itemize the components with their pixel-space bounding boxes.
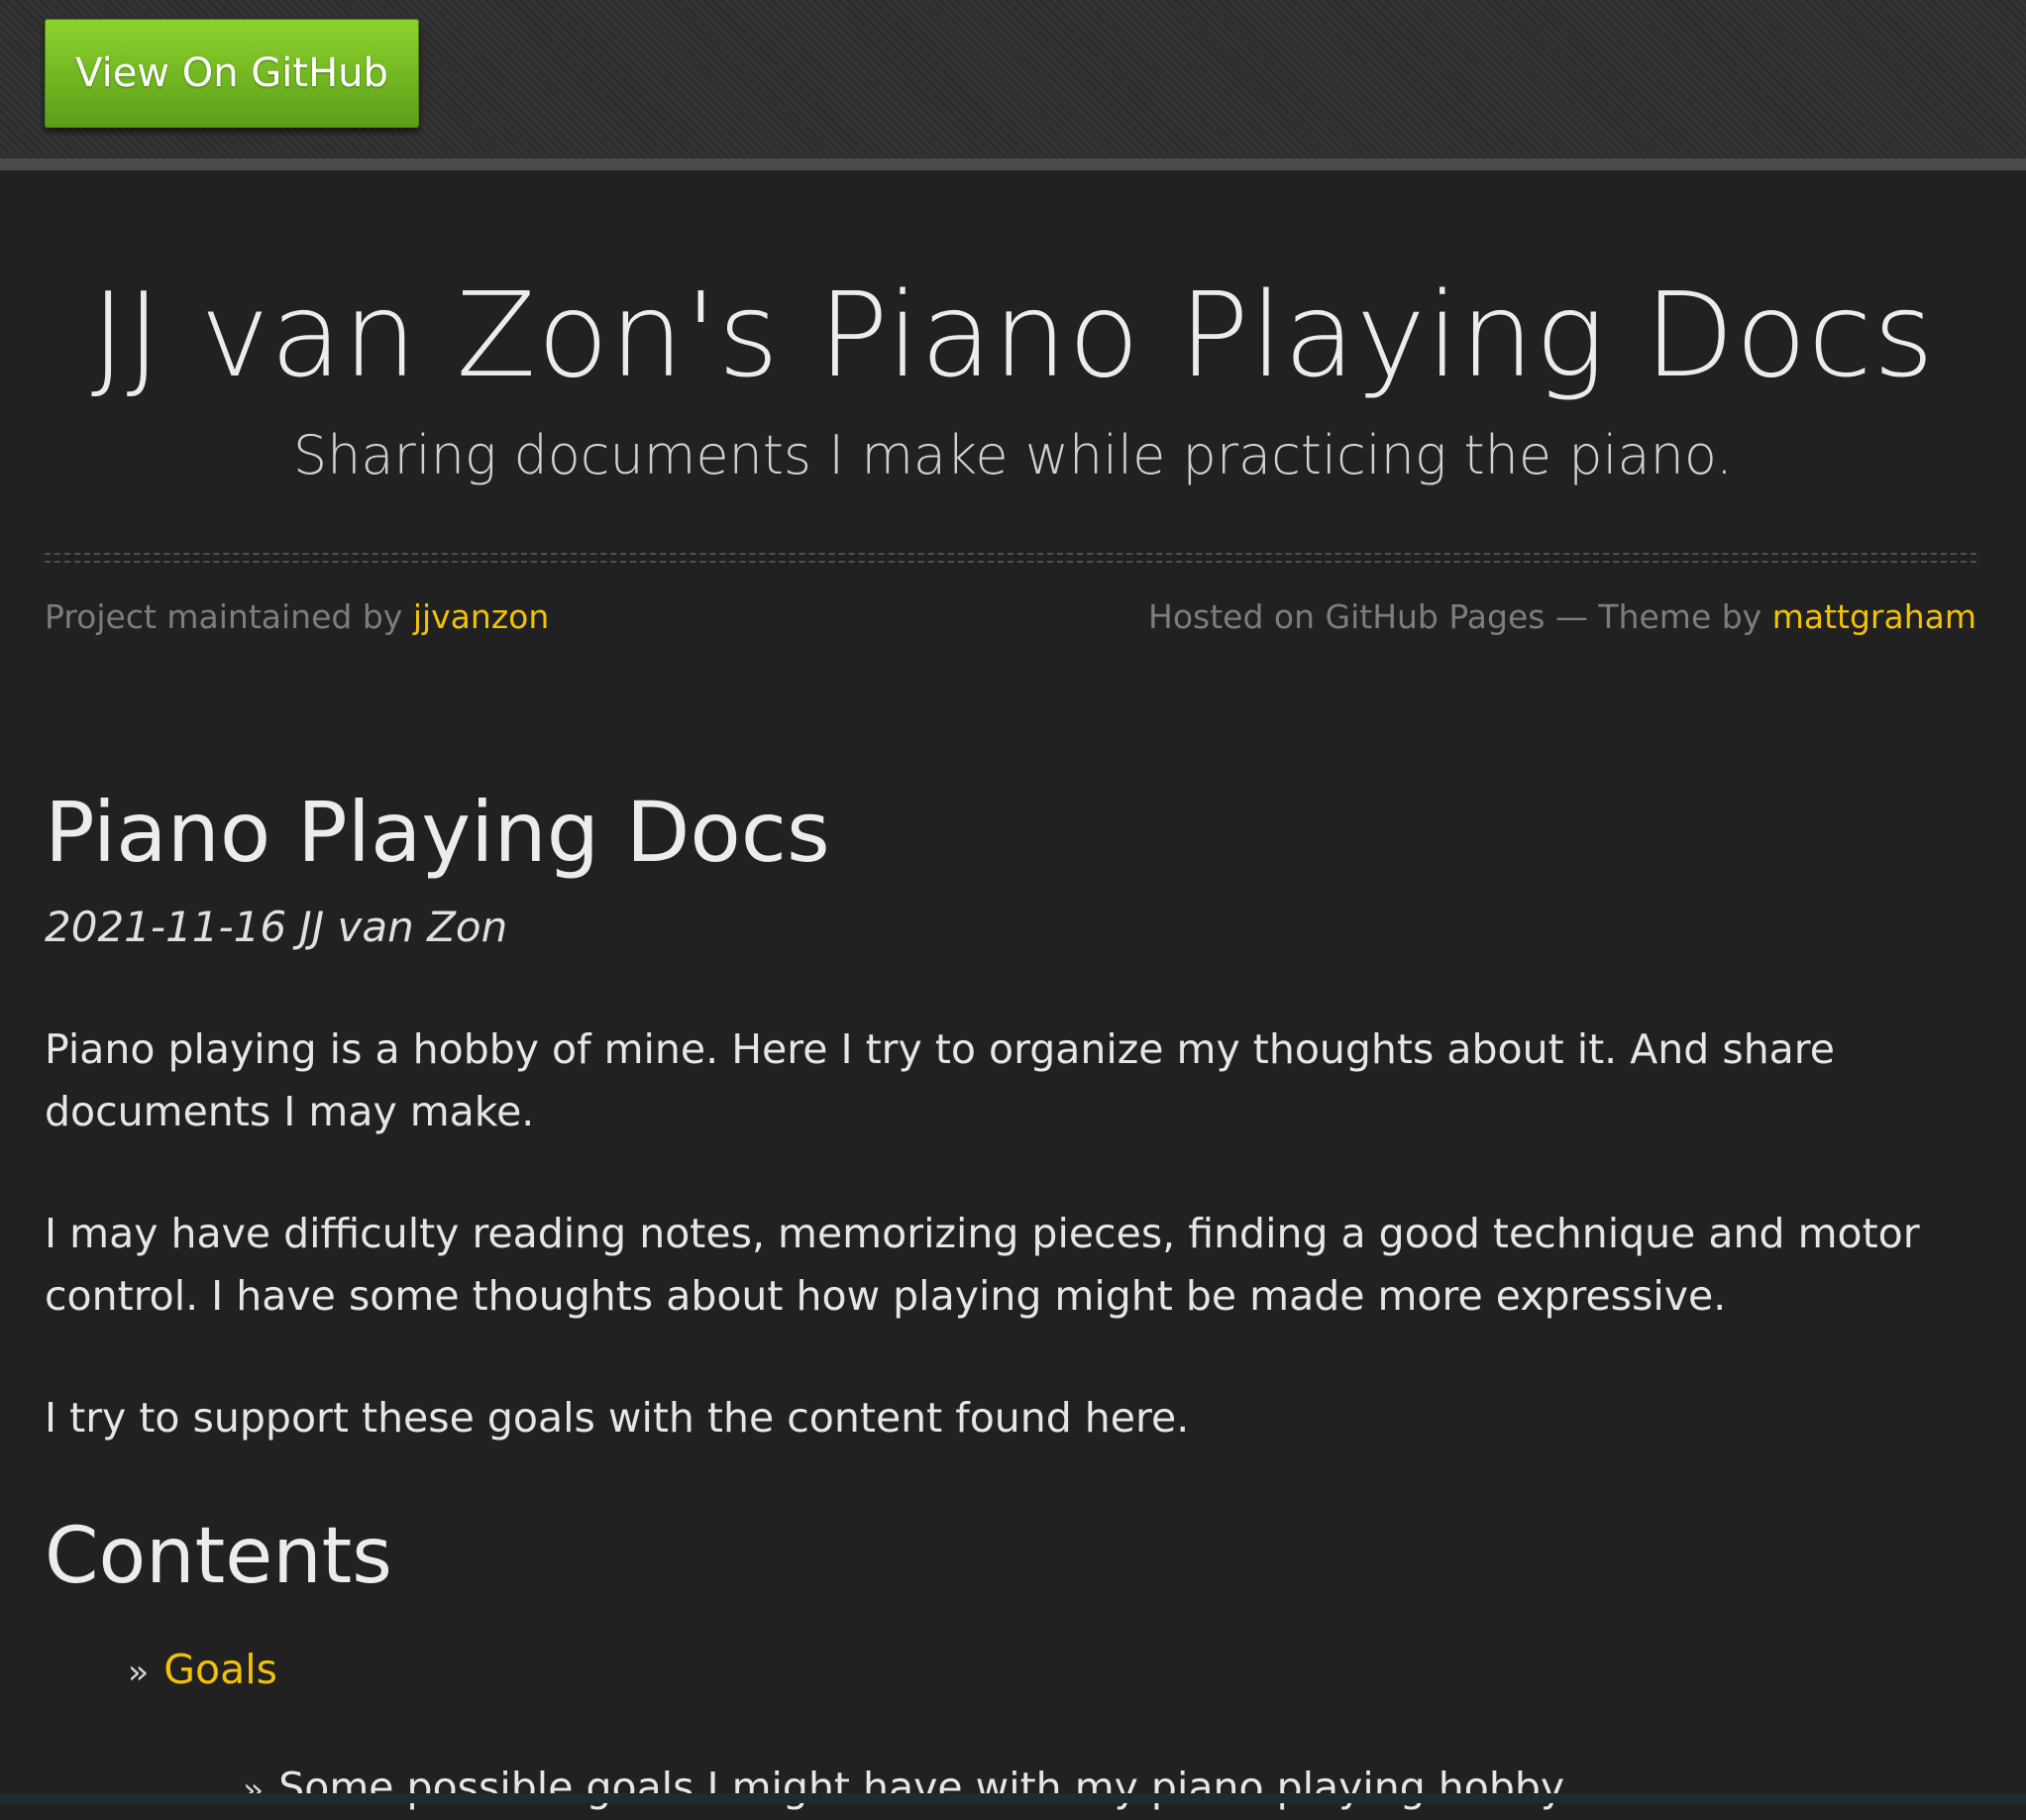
top-bar: View On GitHub	[0, 0, 2026, 170]
double-chevron-right-icon: ››	[128, 1653, 149, 1692]
main-content: Piano Playing Docs 2021-11-16 JJ van Zon…	[45, 773, 1976, 1820]
toc-item-goals: ›› Goals	[45, 1640, 1976, 1702]
toc-subitem: ›› Some possible goals I might have with…	[45, 1758, 1976, 1820]
page-title: Piano Playing Docs	[45, 784, 830, 881]
theme-author-link[interactable]: mattgraham	[1772, 597, 1976, 636]
difficulties-paragraph: I may have difficulty reading notes, mem…	[45, 1210, 1920, 1320]
toc-subitem-text: Some possible goals I might have with my…	[278, 1764, 1572, 1811]
theme-credit: Hosted on GitHub Pages — Theme by mattgr…	[1148, 592, 1976, 642]
intro-paragraph: Piano playing is a hobby of mine. Here I…	[45, 1025, 1835, 1135]
support-paragraph: I try to support these goals with the co…	[45, 1394, 1190, 1442]
view-on-github-button[interactable]: View On GitHub	[45, 19, 419, 128]
bottom-strip	[0, 1793, 2026, 1803]
double-chevron-right-icon: ››	[243, 1770, 264, 1810]
header-divider	[45, 553, 1976, 563]
contents-heading: Contents	[45, 1512, 392, 1601]
post-meta: 2021-11-16 JJ van Zon	[45, 903, 508, 951]
maintainer-link[interactable]: jjvanzon	[413, 597, 549, 636]
toc-link-goals[interactable]: Goals	[163, 1646, 277, 1693]
site-subtitle: Sharing documents I make while practicin…	[292, 424, 1734, 486]
maintainer-credit: Project maintained by jjvanzon	[45, 592, 549, 642]
site-title: JJ van Zon's Piano Playing Docs	[90, 267, 1936, 403]
maintainer-prefix: Project maintained by	[45, 597, 403, 636]
hosted-prefix: Hosted on GitHub Pages — Theme by	[1148, 597, 1762, 636]
